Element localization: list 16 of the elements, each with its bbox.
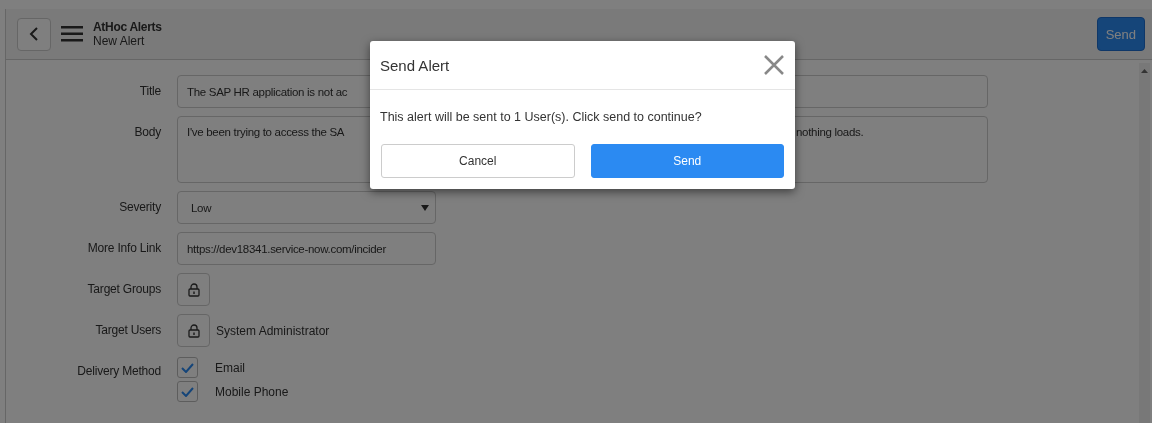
field-label: Severity (118, 199, 161, 214)
field-label: Target Users (94, 322, 161, 337)
field-label: Target Groups (86, 281, 161, 296)
checkbox-label: Email (215, 360, 245, 375)
dialog-title: Send Alert (380, 56, 450, 74)
page-subtitle: New Alert (93, 34, 146, 48)
field-label: Body (133, 124, 161, 139)
field-label: More Info Link (86, 240, 161, 255)
checkbox-label: Mobile Phone (215, 384, 289, 399)
dialog-message: This alert will be sent to 1 User(s). Click send to continue? (379, 109, 703, 124)
field-label: Delivery Method (76, 363, 161, 378)
picker-value: System Administrator (216, 323, 330, 338)
app-title: AtHoc Alerts (93, 20, 162, 34)
body-text: nothing loads. (796, 126, 864, 138)
body-text: I've been trying to access the SA (187, 126, 345, 138)
field-label: Title (138, 83, 161, 98)
